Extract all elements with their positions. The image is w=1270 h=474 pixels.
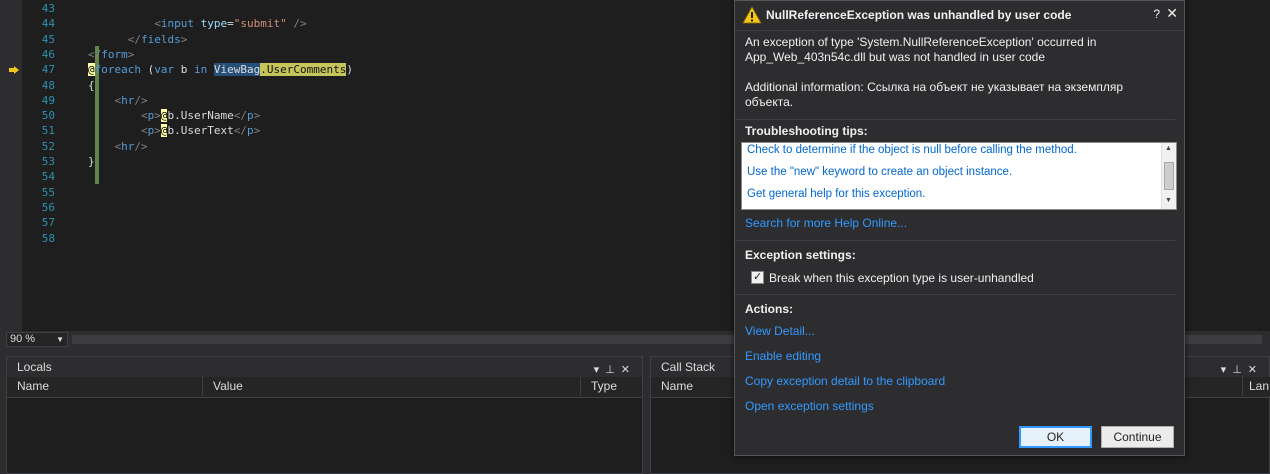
line-number: 57: [41, 216, 55, 230]
zoom-value: 90 %: [10, 333, 36, 345]
code-text[interactable]: </fields>: [88, 32, 188, 47]
line-number: 43: [41, 2, 55, 15]
code-text[interactable]: @foreach (var b in ViewBag.UserComments): [88, 62, 353, 77]
close-icon[interactable]: ✕: [1248, 364, 1263, 376]
search-help-online-link[interactable]: Search for more Help Online...: [745, 216, 907, 230]
break-on-exception-label[interactable]: Break when this exception type is user-u…: [769, 271, 1034, 285]
line-number: 54: [41, 170, 55, 184]
actions-header: Actions:: [745, 302, 793, 316]
locals-panel: Locals ▾⊥✕ Name Value Type: [6, 356, 643, 474]
code-text[interactable]: <hr/>: [88, 93, 148, 108]
code-text[interactable]: }: [88, 154, 95, 169]
close-icon[interactable]: ✕: [621, 364, 636, 376]
scroll-up-icon[interactable]: ▲: [1165, 145, 1172, 152]
line-number: 49: [41, 93, 55, 107]
dialog-title-bar: NullReferenceException was unhandled by …: [735, 1, 1184, 31]
exception-assistant-dialog: NullReferenceException was unhandled by …: [734, 0, 1185, 456]
code-text[interactable]: <input type="submit" />: [88, 16, 306, 31]
line-number: 48: [41, 78, 55, 92]
callstack-title: Call Stack: [661, 360, 716, 374]
dropdown-icon[interactable]: ▾: [594, 364, 606, 376]
locals-col-value[interactable]: Value: [203, 377, 581, 396]
pin-icon[interactable]: ⊥: [605, 364, 621, 376]
warning-icon: [742, 6, 762, 24]
exception-message-line1: An exception of type 'System.NullReferen…: [745, 35, 1097, 49]
code-text[interactable]: </form>: [88, 47, 134, 62]
locals-title-bar: Locals ▾⊥✕: [7, 357, 642, 377]
line-number: 47: [41, 63, 55, 77]
execution-pointer-icon: [9, 66, 19, 74]
locals-grid[interactable]: [7, 397, 642, 473]
locals-col-type[interactable]: Type: [581, 377, 642, 396]
additional-info-line2: объекта.: [745, 95, 794, 109]
tips-scrollbar[interactable]: ▲ ▼: [1161, 143, 1176, 209]
break-on-exception-checkbox[interactable]: [751, 270, 764, 284]
indicator-margin: [0, 0, 22, 331]
scroll-down-icon[interactable]: ▼: [1165, 197, 1172, 204]
continue-button[interactable]: Continue: [1101, 426, 1174, 448]
tip-link[interactable]: Use the "new" keyword to create an objec…: [747, 166, 1012, 178]
exception-message-line2: App_Web_403n54c.dll but was not handled …: [745, 50, 1045, 64]
tip-link[interactable]: Check to determine if the object is null…: [747, 144, 1077, 156]
line-number: 44: [41, 17, 55, 31]
line-number: 46: [41, 47, 55, 61]
code-text[interactable]: <p>@b.UserName</p>: [88, 108, 260, 123]
line-number: 53: [41, 155, 55, 168]
scroll-thumb[interactable]: [1164, 162, 1174, 190]
zoom-dropdown[interactable]: 90 % ▼: [6, 332, 68, 347]
help-button[interactable]: ?: [1153, 7, 1160, 21]
callstack-col-language[interactable]: Lan: [1243, 377, 1270, 396]
troubleshooting-header: Troubleshooting tips:: [745, 124, 868, 138]
ok-button[interactable]: OK: [1019, 426, 1092, 448]
line-number: 51: [41, 124, 55, 138]
additional-info-line1: Additional information: Ссылка на объект…: [745, 80, 1123, 94]
divider: [735, 294, 1175, 295]
divider: [735, 240, 1175, 241]
line-number: 52: [41, 139, 55, 153]
divider: [735, 119, 1175, 120]
enable-editing-link[interactable]: Enable editing: [745, 349, 821, 363]
view-detail-link[interactable]: View Detail...: [745, 324, 815, 338]
open-exception-settings-link[interactable]: Open exception settings: [745, 399, 874, 413]
dialog-title: NullReferenceException was unhandled by …: [766, 8, 1072, 22]
tip-link[interactable]: Get general help for this exception.: [747, 188, 925, 200]
dropdown-icon[interactable]: ▾: [1221, 364, 1233, 376]
line-number: 55: [41, 185, 55, 199]
locals-col-name[interactable]: Name: [7, 377, 203, 396]
troubleshooting-tips-list[interactable]: Check to determine if the object is null…: [741, 142, 1177, 210]
code-text[interactable]: <p>@b.UserText</p>: [88, 123, 260, 138]
locals-title: Locals: [17, 360, 52, 374]
line-number: 50: [41, 109, 55, 123]
chevron-down-icon: ▼: [56, 335, 64, 344]
copy-exception-detail-link[interactable]: Copy exception detail to the clipboard: [745, 374, 945, 388]
line-number: 56: [41, 200, 55, 214]
pin-icon[interactable]: ⊥: [1232, 364, 1248, 376]
code-text[interactable]: {: [88, 78, 95, 93]
exception-settings-header: Exception settings:: [745, 248, 856, 262]
line-number: 58: [41, 231, 55, 245]
line-number: 45: [41, 32, 55, 46]
code-text[interactable]: <hr/>: [88, 139, 148, 154]
close-button[interactable]: ✕: [1166, 5, 1178, 22]
